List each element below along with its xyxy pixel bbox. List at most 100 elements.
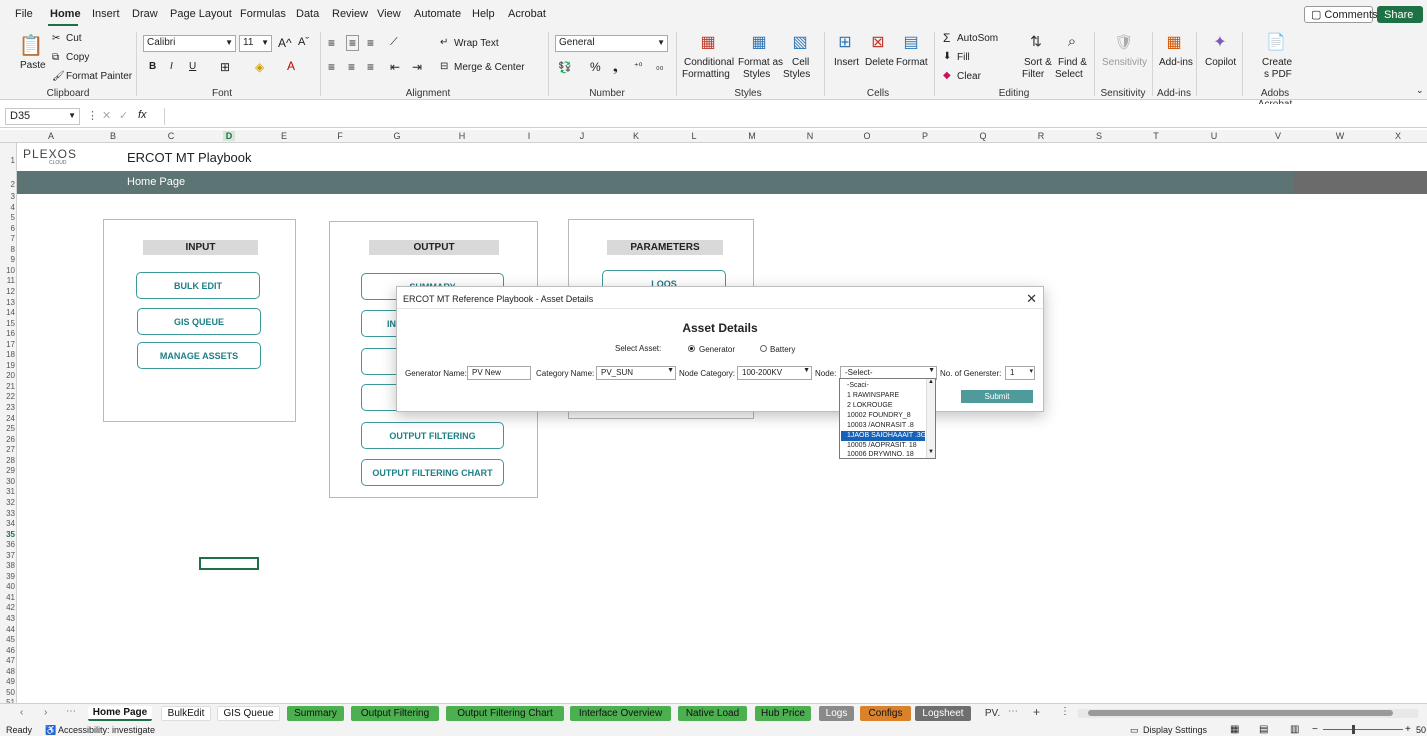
row-header[interactable]: 9	[0, 255, 15, 264]
cut-icon[interactable]: ✂	[52, 33, 60, 44]
clear-icon[interactable]: ◆	[943, 70, 951, 81]
add-sheet-icon[interactable]: +	[1033, 705, 1040, 719]
submit-button[interactable]: Submit	[961, 390, 1033, 403]
row-header[interactable]: 6	[0, 224, 15, 233]
row-header[interactable]: 29	[0, 466, 15, 475]
align-right-icon[interactable]: ≡	[367, 60, 374, 74]
sheet-tab[interactable]: Configs	[860, 706, 911, 721]
row-header[interactable]: 16	[0, 329, 15, 338]
zoom-slider[interactable]	[1323, 729, 1403, 730]
create-pdf-line2[interactable]: s PDF	[1264, 69, 1292, 80]
create-pdf-icon[interactable]: 📄	[1264, 31, 1288, 53]
row-header[interactable]: 50	[0, 688, 15, 697]
row-header[interactable]: 47	[0, 656, 15, 665]
dropdown-scrollbar[interactable]: ▲ ▼	[926, 379, 935, 458]
row-header[interactable]: 33	[0, 509, 15, 518]
row-header[interactable]: 35	[0, 530, 15, 539]
name-box[interactable]: D35 ▼	[5, 108, 80, 125]
row-header[interactable]: 1	[0, 156, 15, 165]
format-cells-icon[interactable]: ▤	[899, 32, 923, 52]
list-item[interactable]: 10002 FOUNDRY_8	[841, 411, 925, 421]
zoom-out-icon[interactable]: −	[1312, 724, 1318, 735]
font-name-select[interactable]: Calibri ▼	[143, 35, 236, 52]
cut-button[interactable]: Cut	[66, 33, 82, 44]
sheet-tab[interactable]: Output Filtering	[351, 706, 439, 721]
list-item[interactable]: 2 LOKROUGE	[841, 401, 925, 411]
format-painter-icon[interactable]: 🖌	[52, 71, 65, 82]
conditional-formatting-line1[interactable]: Conditional	[684, 57, 734, 68]
row-header[interactable]: 37	[0, 551, 15, 560]
menu-view[interactable]: View	[377, 8, 401, 20]
menu-file[interactable]: File	[15, 8, 33, 20]
row-header[interactable]: 26	[0, 435, 15, 444]
find-select-line1[interactable]: Find &	[1058, 57, 1087, 68]
column-header[interactable]: W	[1334, 131, 1346, 141]
decrease-decimal-icon[interactable]: ₀₀	[656, 61, 663, 71]
column-header[interactable]: X	[1392, 131, 1404, 141]
menu-data[interactable]: Data	[296, 8, 319, 20]
generator-name-input[interactable]: PV New	[467, 366, 531, 380]
collapse-ribbon-icon[interactable]: ⌄	[1416, 85, 1424, 96]
add-ins-icon[interactable]: ▦	[1162, 31, 1186, 53]
menu-draw[interactable]: Draw	[132, 8, 158, 20]
fill-icon[interactable]: ⬇	[943, 51, 951, 62]
bulk-edit-button[interactable]: BULK EDIT	[136, 272, 260, 299]
increase-font-icon[interactable]: A^	[278, 36, 292, 50]
output-filtering-button[interactable]: OUTPUT FILTERING	[361, 422, 504, 449]
row-header[interactable]: 20	[0, 371, 15, 380]
node-dropdown-list[interactable]: -Scaci- 1 RAWINSPARE 2 LOKROUGE 10002 FO…	[839, 378, 936, 459]
sensitivity-icon[interactable]: 🛡	[1112, 31, 1136, 53]
comma-icon[interactable]: ❟	[613, 60, 618, 75]
row-header[interactable]: 2	[0, 180, 15, 189]
menu-formulas[interactable]: Formulas	[240, 8, 286, 20]
find-select-line2[interactable]: Select	[1055, 69, 1083, 80]
format-as-table-icon[interactable]: ▦	[748, 32, 770, 52]
paste-button[interactable]: Paste	[20, 60, 46, 71]
battery-radio[interactable]	[760, 345, 767, 352]
manage-assets-button[interactable]: MANAGE ASSETS	[137, 342, 261, 369]
cell-styles-icon[interactable]: ▧	[789, 32, 811, 52]
sort-filter-line2[interactable]: Filter	[1022, 69, 1044, 80]
row-header[interactable]: 8	[0, 245, 15, 254]
row-header[interactable]: 27	[0, 445, 15, 454]
horizontal-scrollbar[interactable]	[1078, 709, 1418, 718]
sheet-tab[interactable]: Summary	[287, 706, 344, 721]
fill-button[interactable]: Fill	[957, 52, 970, 63]
row-header[interactable]: 4	[0, 203, 15, 212]
menu-review[interactable]: Review	[332, 8, 368, 20]
delete-cells-button[interactable]: Delete	[865, 57, 894, 68]
sort-filter-icon[interactable]: ⇅	[1025, 31, 1047, 51]
column-header[interactable]: H	[456, 131, 468, 141]
currency-icon[interactable]: 💱	[558, 61, 572, 74]
increase-decimal-icon[interactable]: ⁺⁰	[634, 61, 642, 72]
zoom-in-icon[interactable]: +	[1405, 724, 1411, 735]
percent-icon[interactable]: %	[590, 60, 601, 74]
find-select-icon[interactable]: ⌕	[1061, 31, 1083, 51]
column-header[interactable]: Q	[977, 131, 989, 141]
row-header[interactable]: 18	[0, 350, 15, 359]
format-cells-button[interactable]: Format	[896, 57, 928, 68]
column-header[interactable]: J	[576, 131, 588, 141]
clear-button[interactable]: Clear	[957, 71, 981, 82]
column-header[interactable]: T	[1150, 131, 1162, 141]
copilot-button[interactable]: Copilot	[1205, 57, 1236, 68]
row-header[interactable]: 46	[0, 646, 15, 655]
row-header[interactable]: 43	[0, 614, 15, 623]
row-header[interactable]: 44	[0, 625, 15, 634]
row-header[interactable]: 23	[0, 403, 15, 412]
create-pdf-line1[interactable]: Create	[1262, 57, 1292, 68]
column-header[interactable]: B	[107, 131, 119, 141]
scrollbar-thumb[interactable]	[1088, 710, 1393, 716]
scroll-down-icon[interactable]: ▼	[928, 449, 934, 455]
number-format-select[interactable]: General ▼	[555, 35, 668, 52]
autosum-icon[interactable]: Σ	[943, 31, 950, 45]
menu-automate[interactable]: Automate	[414, 8, 461, 20]
wrap-text-icon[interactable]: ↵	[440, 37, 448, 48]
format-as-table-line2[interactable]: Styles	[743, 69, 770, 80]
align-center-icon[interactable]: ≡	[348, 60, 355, 74]
scroll-tabs-left-icon[interactable]: ‹	[20, 707, 23, 718]
column-header[interactable]: L	[688, 131, 700, 141]
borders-icon[interactable]: ⊞	[220, 60, 230, 74]
list-item[interactable]: 10003 /AONRASIT .8	[841, 421, 925, 431]
decrease-font-icon[interactable]: Aˇ	[298, 36, 309, 48]
